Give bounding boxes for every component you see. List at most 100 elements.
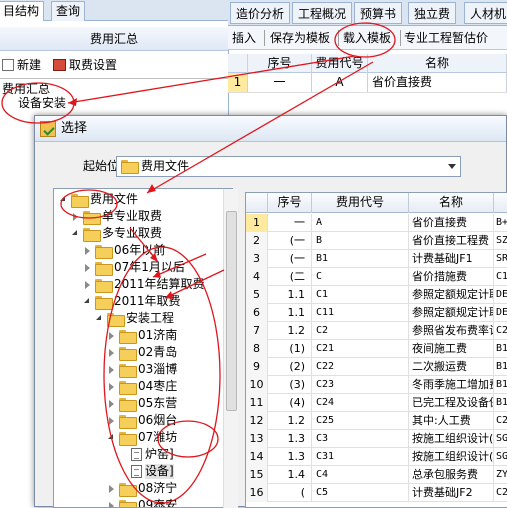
tree-scrollbar[interactable] xyxy=(223,189,238,508)
tree-node[interactable]: 安装工程 xyxy=(94,310,174,327)
tree-node[interactable]: 05东营 xyxy=(106,395,177,412)
toolbar-divider xyxy=(338,30,339,46)
tree-node[interactable]: 07潍坊 xyxy=(106,429,177,446)
table-row[interactable]: 71.2C2参照省发布费率计C2 xyxy=(246,322,507,340)
tree-node-file-selected[interactable]: 设备] xyxy=(118,463,174,480)
table-row[interactable]: 121.2C25其中:人工费C2 xyxy=(246,412,507,430)
expand-arrow-icon[interactable] xyxy=(58,194,69,205)
save-template-button[interactable]: 保存为模板 xyxy=(270,29,330,47)
left-tree-child[interactable]: 设备安装 xyxy=(18,96,66,110)
tree-node[interactable]: 2011年取费 xyxy=(82,293,181,310)
tree-node[interactable]: 07年1月以后 xyxy=(82,259,185,276)
collapse-arrow-icon[interactable] xyxy=(106,381,117,392)
collapse-arrow-icon[interactable] xyxy=(106,415,117,426)
tab-structure[interactable]: 目结构 xyxy=(0,1,44,21)
tree-node[interactable]: 06年以前 xyxy=(82,242,165,259)
table-row[interactable]: 141.3C31按施工组织设计(SG xyxy=(246,448,507,466)
row-seq: 1.1 xyxy=(268,304,312,322)
tab-project-overview[interactable]: 工程概况 xyxy=(292,2,352,24)
collapse-arrow-icon[interactable] xyxy=(106,347,117,358)
table-row[interactable]: 51.1C1参照定额规定计取DE xyxy=(246,286,507,304)
expand-arrow-icon[interactable] xyxy=(70,228,81,239)
table-row[interactable]: 1一A省价直接费B+ xyxy=(246,214,507,232)
row-name: 按施工组织设计( xyxy=(409,430,494,448)
row-extra: SG xyxy=(494,448,507,466)
tree-node[interactable]: 08济宁 xyxy=(106,480,177,497)
tab-query[interactable]: 查询 xyxy=(51,1,85,21)
tab-budget[interactable]: 预算书 xyxy=(354,2,402,24)
row-number: 5 xyxy=(246,286,268,304)
table-row[interactable]: 16(C5计费基础JF2C2 xyxy=(246,484,507,502)
table-row[interactable]: 4(二C省价措施费C1 xyxy=(246,268,507,286)
left-tree-root[interactable]: 费用汇总 xyxy=(2,82,50,96)
col-extra[interactable] xyxy=(494,193,507,213)
tree-node[interactable]: 2011年结算取费 xyxy=(82,276,205,293)
left-toolbar: 新建 取费设置 xyxy=(0,54,228,76)
row-name: 夜间施工费 xyxy=(409,340,494,358)
expand-arrow-icon[interactable] xyxy=(106,432,117,443)
row-number: 2 xyxy=(246,232,268,250)
fee-settings-label: 取费设置 xyxy=(69,54,117,76)
table-row[interactable]: 3(一B1计费基础JF1SR xyxy=(246,250,507,268)
bg-col-seq[interactable]: 序号 xyxy=(248,54,312,73)
load-template-button[interactable]: 载入模板 xyxy=(343,29,391,47)
tab-independent-fee[interactable]: 独立费 xyxy=(408,2,456,24)
file-icon xyxy=(131,465,142,478)
tree-node[interactable]: 02青岛 xyxy=(106,344,177,361)
fee-settings-button[interactable]: 取费设置 xyxy=(53,54,117,76)
right-tab-bar: 造价分析 工程概况 预算书 独立费 人材机 xyxy=(228,0,507,26)
table-row[interactable]: 131.3C3按施工组织设计(SG xyxy=(246,430,507,448)
bg-col-code[interactable]: 费用代号 xyxy=(312,54,368,73)
chevron-down-icon[interactable] xyxy=(448,164,456,169)
folder-icon xyxy=(119,398,135,410)
table-row[interactable]: 10(3)C23冬雨季施工增加费B1 xyxy=(246,376,507,394)
bg-col-name[interactable]: 名称 xyxy=(368,54,507,73)
collapse-arrow-icon[interactable] xyxy=(106,330,117,341)
table-row[interactable]: 61.1C11参照定额规定计取DE xyxy=(246,304,507,322)
row-name: 已完工程及设备保 xyxy=(409,394,494,412)
row-number: 7 xyxy=(246,322,268,340)
row-extra: C2 xyxy=(494,484,507,502)
expand-arrow-icon[interactable] xyxy=(82,296,93,307)
expand-arrow-icon[interactable] xyxy=(94,313,105,324)
folder-icon xyxy=(95,296,111,308)
table-row[interactable]: 9(2)C22二次搬运费B1 xyxy=(246,358,507,376)
table-row[interactable]: 11(4)C24已完工程及设备保B1 xyxy=(246,394,507,412)
row-extra: B+ xyxy=(494,214,507,232)
collapse-arrow-icon[interactable] xyxy=(106,483,117,494)
tree-node[interactable]: 03淄博 xyxy=(106,361,177,378)
dialog-titlebar[interactable]: 选择 xyxy=(35,116,506,142)
tree-node[interactable]: 费用文件 xyxy=(58,191,138,208)
collapse-arrow-icon[interactable] xyxy=(82,262,93,273)
new-button[interactable]: 新建 xyxy=(2,54,41,76)
tree-node[interactable]: 单专业取费 xyxy=(70,208,162,225)
provisional-price-button[interactable]: 专业工程暂估价 xyxy=(404,29,488,47)
tree-node-file[interactable]: 炉窑] xyxy=(118,446,174,463)
col-seq[interactable]: 序号 xyxy=(268,193,312,213)
tab-cost-analysis[interactable]: 造价分析 xyxy=(230,2,290,24)
start-location-select[interactable]: 费用文件 xyxy=(116,156,461,177)
tree-node[interactable]: 04枣庄 xyxy=(106,378,177,395)
table-row[interactable]: 8(1)C21夜间施工费B1 xyxy=(246,340,507,358)
table-row[interactable]: 151.4C4总承包服务费ZY xyxy=(246,466,507,484)
scrollbar-thumb[interactable] xyxy=(226,211,237,411)
row-name: 计费基础JF1 xyxy=(409,250,494,268)
table-row[interactable]: 2(一B省价直接工程费SZ xyxy=(246,232,507,250)
collapse-arrow-icon[interactable] xyxy=(70,211,81,222)
collapse-arrow-icon[interactable] xyxy=(106,398,117,409)
col-code[interactable]: 费用代号 xyxy=(312,193,409,213)
tree-node[interactable]: 06烟台 xyxy=(106,412,177,429)
tree-node[interactable]: 多专业取费 xyxy=(70,225,162,242)
new-icon xyxy=(2,59,14,71)
collapse-arrow-icon[interactable] xyxy=(82,279,93,290)
bg-table-row[interactable]: 1 一 A 省价直接费 xyxy=(228,73,507,93)
col-name[interactable]: 名称 xyxy=(409,193,494,213)
collapse-arrow-icon[interactable] xyxy=(106,364,117,375)
tab-labor-material[interactable]: 人材机 xyxy=(464,2,507,24)
insert-button[interactable]: 插入 xyxy=(232,29,256,47)
tree-node[interactable]: 09泰安 xyxy=(106,497,177,508)
row-code: C1 xyxy=(312,286,409,304)
collapse-arrow-icon[interactable] xyxy=(82,245,93,256)
folder-icon xyxy=(119,483,135,495)
tree-node[interactable]: 01济南 xyxy=(106,327,177,344)
